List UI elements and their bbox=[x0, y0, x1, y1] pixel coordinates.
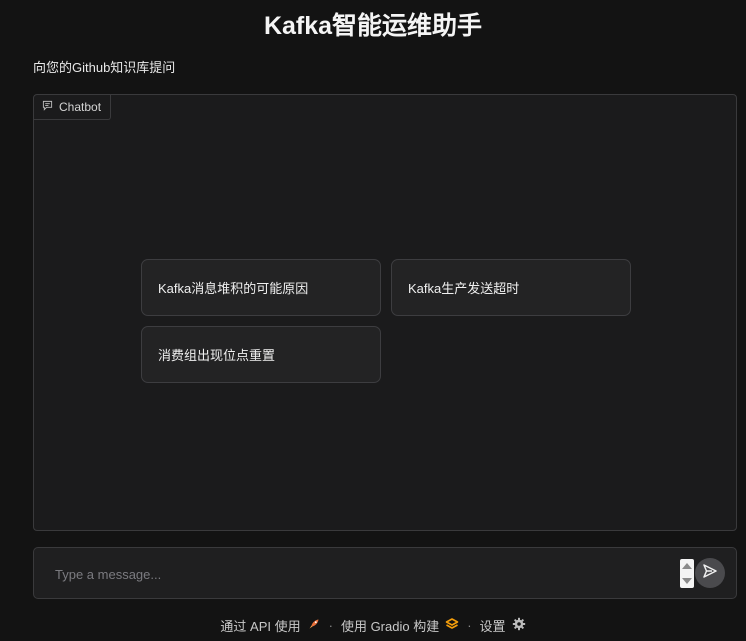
message-input-box bbox=[33, 547, 737, 599]
settings-link[interactable]: 设置 bbox=[480, 616, 526, 635]
stepper-up-icon[interactable] bbox=[682, 563, 692, 570]
gear-icon bbox=[512, 617, 526, 634]
api-link-label: 通过 API 使用 bbox=[220, 618, 301, 634]
message-input[interactable] bbox=[55, 562, 675, 586]
example-label: 消费组出现位点重置 bbox=[158, 348, 276, 363]
example-button-offset-reset[interactable]: 消费组出现位点重置 bbox=[141, 326, 381, 383]
example-label: Kafka生产发送超时 bbox=[408, 281, 520, 296]
page-title: Kafka智能运维助手 bbox=[263, 12, 483, 40]
example-button-kafka-backlog[interactable]: Kafka消息堆积的可能原因 bbox=[141, 259, 381, 316]
footer-separator: · bbox=[467, 617, 472, 633]
example-button-producer-timeout[interactable]: Kafka生产发送超时 bbox=[391, 259, 631, 316]
scroll-stepper[interactable] bbox=[680, 559, 694, 588]
stepper-down-icon[interactable] bbox=[682, 577, 692, 584]
rocket-icon bbox=[307, 617, 321, 634]
gradio-logo-icon bbox=[445, 617, 459, 634]
example-label: Kafka消息堆积的可能原因 bbox=[158, 281, 309, 296]
page-subtitle: 向您的Github知识库提问 bbox=[33, 60, 176, 75]
chat-icon bbox=[42, 100, 53, 114]
footer: 通过 API 使用 · 使用 Gradio 构建 · 设置 bbox=[0, 615, 746, 635]
footer-separator: · bbox=[328, 617, 333, 633]
chatbot-panel: Chatbot Kafka消息堆积的可能原因 Kafka生产发送超时 消费组出现… bbox=[33, 94, 737, 531]
gradio-link[interactable]: 使用 Gradio 构建 bbox=[341, 616, 459, 635]
chatbot-label: Chatbot bbox=[34, 95, 111, 120]
chatbot-label-text: Chatbot bbox=[59, 100, 102, 114]
send-icon bbox=[702, 563, 718, 583]
api-link[interactable]: 通过 API 使用 bbox=[220, 616, 320, 635]
settings-link-label: 设置 bbox=[479, 618, 506, 634]
send-button[interactable] bbox=[695, 558, 725, 588]
gradio-link-label: 使用 Gradio 构建 bbox=[340, 618, 440, 634]
